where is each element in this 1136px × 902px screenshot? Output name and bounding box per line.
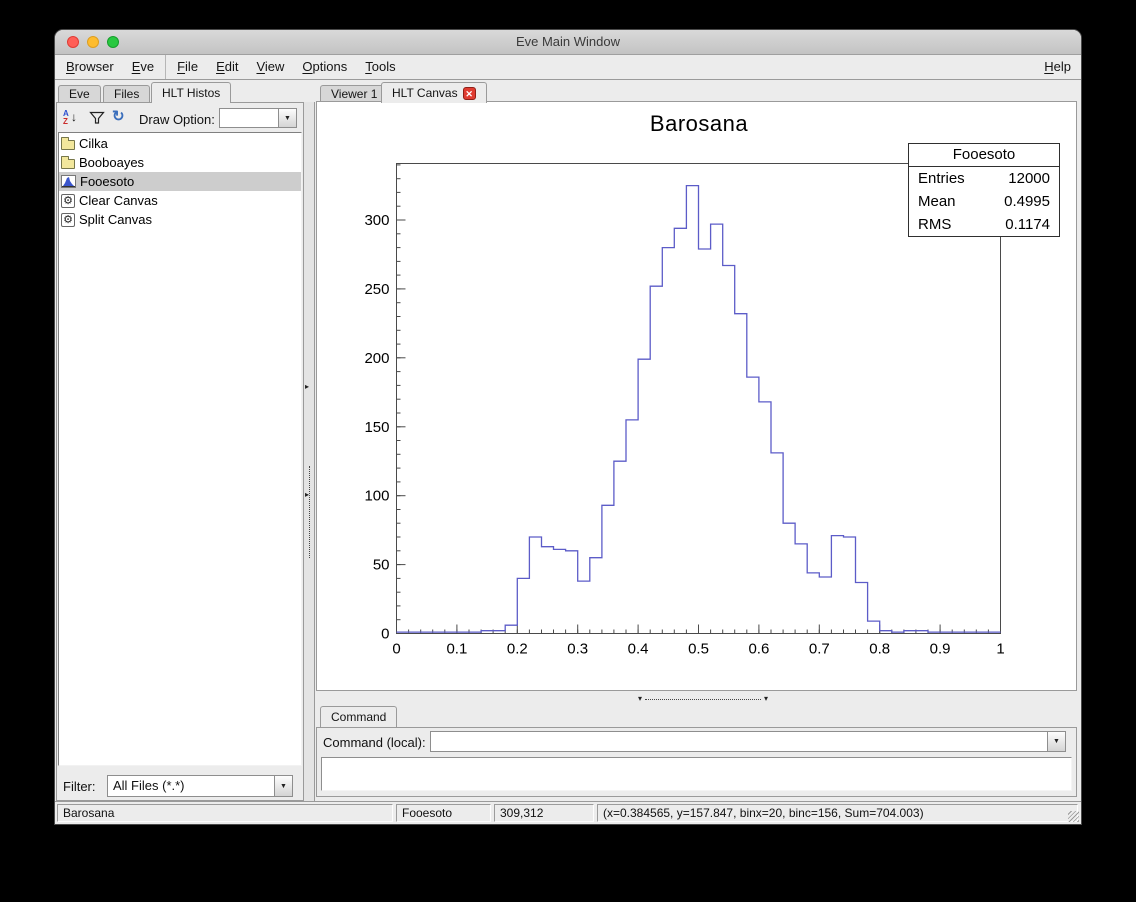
stats-row-rms: RMS 0.1174 bbox=[909, 213, 1059, 236]
traffic-lights bbox=[67, 36, 119, 48]
horizontal-splitter[interactable]: ▾ ▾ bbox=[638, 694, 768, 704]
draw-option-label: Draw Option: bbox=[139, 112, 215, 127]
sidebar-listbox: Cilka Booboayes Fooesoto ⚙ Clear Canvas … bbox=[58, 132, 302, 766]
filter-icon[interactable] bbox=[89, 110, 105, 131]
resize-grip-icon[interactable] bbox=[1068, 811, 1079, 822]
list-item-fooesoto[interactable]: Fooesoto bbox=[59, 172, 301, 191]
filter-combobox[interactable]: All Files (*.*) ▼ bbox=[107, 775, 293, 797]
svg-text:0: 0 bbox=[392, 641, 400, 658]
folder-icon bbox=[61, 159, 75, 169]
command-output-box bbox=[321, 757, 1072, 791]
svg-text:50: 50 bbox=[373, 557, 390, 574]
folder-icon bbox=[61, 140, 75, 150]
status-segment-title: Barosana bbox=[57, 804, 393, 822]
titlebar: Eve Main Window bbox=[55, 30, 1081, 55]
zoom-window-button[interactable] bbox=[107, 36, 119, 48]
minimize-window-button[interactable] bbox=[87, 36, 99, 48]
status-segment-event-info: (x=0.384565, y=157.847, binx=20, binc=15… bbox=[597, 804, 1078, 822]
svg-text:0.9: 0.9 bbox=[930, 641, 951, 658]
vertical-splitter[interactable]: ▸ ▸ bbox=[303, 102, 315, 801]
status-segment-object: Fooesoto bbox=[396, 804, 491, 822]
draw-option-combobox[interactable]: ▼ bbox=[219, 108, 297, 128]
splitter-arrow-icon[interactable]: ▾ bbox=[638, 695, 642, 703]
menu-divider bbox=[165, 55, 166, 79]
menu-tools[interactable]: Tools bbox=[356, 55, 404, 79]
splitter-dots bbox=[645, 699, 761, 700]
svg-text:0.7: 0.7 bbox=[809, 641, 830, 658]
tab-hlt-histos[interactable]: HLT Histos bbox=[151, 82, 231, 103]
svg-text:0: 0 bbox=[381, 626, 389, 643]
chevron-down-icon[interactable]: ▼ bbox=[1047, 732, 1065, 751]
tab-files[interactable]: Files bbox=[103, 85, 150, 103]
list-item-booboayes[interactable]: Booboayes bbox=[59, 153, 301, 172]
close-window-button[interactable] bbox=[67, 36, 79, 48]
draw-option-value bbox=[220, 109, 278, 127]
menubar: Browser Eve File Edit View Options Tools… bbox=[55, 55, 1081, 80]
menu-help[interactable]: Help bbox=[1034, 55, 1081, 79]
tab-command[interactable]: Command bbox=[320, 706, 397, 727]
canvas-area: 0 0.1 0.2 0.3 0.4 0.5 0.6 0.7 0.8 0.9 1 0 50 100 150 20… bbox=[316, 101, 1077, 691]
stats-box: Fooesoto Entries 12000 Mean 0.4995 RMS 0… bbox=[908, 143, 1060, 237]
window-title: Eve Main Window bbox=[55, 30, 1081, 54]
chevron-down-icon[interactable]: ▼ bbox=[274, 776, 292, 796]
stats-row-entries: Entries 12000 bbox=[909, 167, 1059, 190]
stats-row-mean: Mean 0.4995 bbox=[909, 190, 1059, 213]
svg-text:0.6: 0.6 bbox=[748, 641, 769, 658]
list-item-split-canvas[interactable]: ⚙ Split Canvas bbox=[59, 210, 301, 229]
splitter-dots bbox=[309, 466, 310, 558]
sort-icon[interactable]: A Z ↓ bbox=[63, 109, 83, 127]
gear-icon: ⚙ bbox=[61, 213, 75, 227]
filter-value: All Files (*.*) bbox=[108, 776, 274, 796]
svg-text:200: 200 bbox=[364, 350, 389, 367]
svg-text:250: 250 bbox=[364, 281, 389, 298]
svg-text:0.1: 0.1 bbox=[446, 641, 467, 658]
svg-text:100: 100 bbox=[364, 488, 389, 505]
splitter-arrow-icon[interactable]: ▾ bbox=[764, 695, 768, 703]
chevron-down-icon[interactable]: ▼ bbox=[278, 109, 296, 127]
splitter-arrow-icon[interactable]: ▸ bbox=[305, 382, 309, 391]
statusbar: Barosana Fooesoto 309,312 (x=0.384565, y… bbox=[55, 801, 1081, 824]
plot-title: Barosana bbox=[397, 111, 1001, 137]
menu-browser[interactable]: Browser bbox=[57, 55, 123, 79]
svg-text:0.8: 0.8 bbox=[869, 641, 890, 658]
command-input[interactable] bbox=[431, 732, 1047, 751]
status-segment-position: 309,312 bbox=[494, 804, 594, 822]
svg-text:1: 1 bbox=[996, 641, 1004, 658]
stats-box-title: Fooesoto bbox=[909, 144, 1059, 167]
filter-label: Filter: bbox=[63, 779, 96, 794]
command-input-combobox: ▼ bbox=[430, 731, 1066, 752]
eve-main-window: Eve Main Window Browser Eve File Edit Vi… bbox=[55, 30, 1081, 824]
menu-view[interactable]: View bbox=[247, 55, 293, 79]
svg-text:0.4: 0.4 bbox=[628, 641, 649, 658]
command-local-label: Command (local): bbox=[323, 735, 426, 750]
refresh-icon[interactable]: ↻ bbox=[112, 107, 125, 125]
svg-text:0.5: 0.5 bbox=[688, 641, 709, 658]
svg-text:0.2: 0.2 bbox=[507, 641, 528, 658]
menu-file[interactable]: File bbox=[168, 55, 207, 79]
tab-eve[interactable]: Eve bbox=[58, 85, 101, 103]
splitter-arrow-icon[interactable]: ▸ bbox=[305, 490, 309, 499]
list-item-cilka[interactable]: Cilka bbox=[59, 134, 301, 153]
svg-text:300: 300 bbox=[364, 212, 389, 229]
tab-hlt-canvas[interactable]: HLT Canvas ✕ bbox=[381, 82, 487, 103]
svg-text:0.3: 0.3 bbox=[567, 641, 588, 658]
histogram-icon bbox=[61, 175, 76, 188]
close-tab-icon[interactable]: ✕ bbox=[463, 87, 476, 100]
menu-eve[interactable]: Eve bbox=[123, 55, 163, 79]
tab-hlt-canvas-label: HLT Canvas bbox=[392, 83, 458, 103]
svg-text:150: 150 bbox=[364, 419, 389, 436]
list-item-clear-canvas[interactable]: ⚙ Clear Canvas bbox=[59, 191, 301, 210]
gear-icon: ⚙ bbox=[61, 194, 75, 208]
menu-options[interactable]: Options bbox=[293, 55, 356, 79]
menu-edit[interactable]: Edit bbox=[207, 55, 247, 79]
